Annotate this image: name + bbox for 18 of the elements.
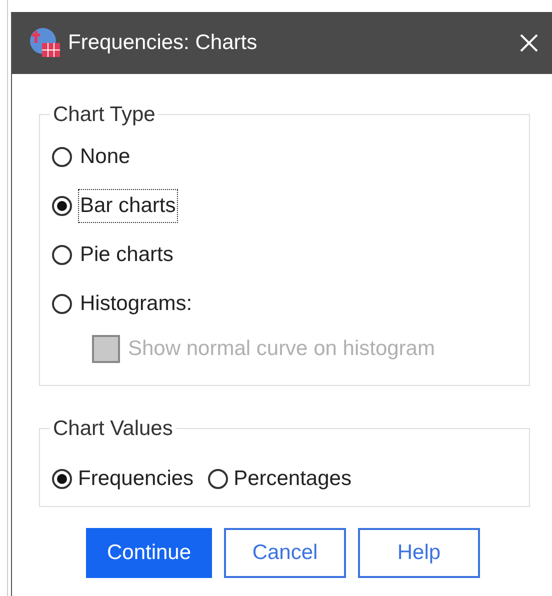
radio-label[interactable]: Bar charts	[78, 189, 178, 223]
dialog-button[interactable]: Help	[358, 528, 480, 578]
dialog-button[interactable]: Continue	[86, 528, 212, 578]
radio-label[interactable]: Pie charts	[78, 238, 176, 272]
dialog-button[interactable]: Cancel	[224, 528, 346, 578]
radio-label[interactable]: Frequencies	[78, 462, 194, 494]
radio-button[interactable]	[208, 468, 228, 488]
radio-button[interactable]	[52, 147, 72, 167]
close-icon[interactable]	[519, 33, 539, 53]
radio-button[interactable]	[52, 245, 72, 265]
radio-label[interactable]: Percentages	[234, 462, 352, 494]
radio-button[interactable]	[52, 196, 72, 216]
radio-label[interactable]: None	[78, 140, 132, 174]
checkbox-label: Show normal curve on histogram	[128, 336, 435, 362]
radio-button[interactable]	[52, 294, 72, 314]
window-title: Frequencies: Charts	[68, 30, 258, 56]
radio-label[interactable]: Histograms:	[78, 287, 194, 321]
radio-button[interactable]	[52, 468, 72, 488]
